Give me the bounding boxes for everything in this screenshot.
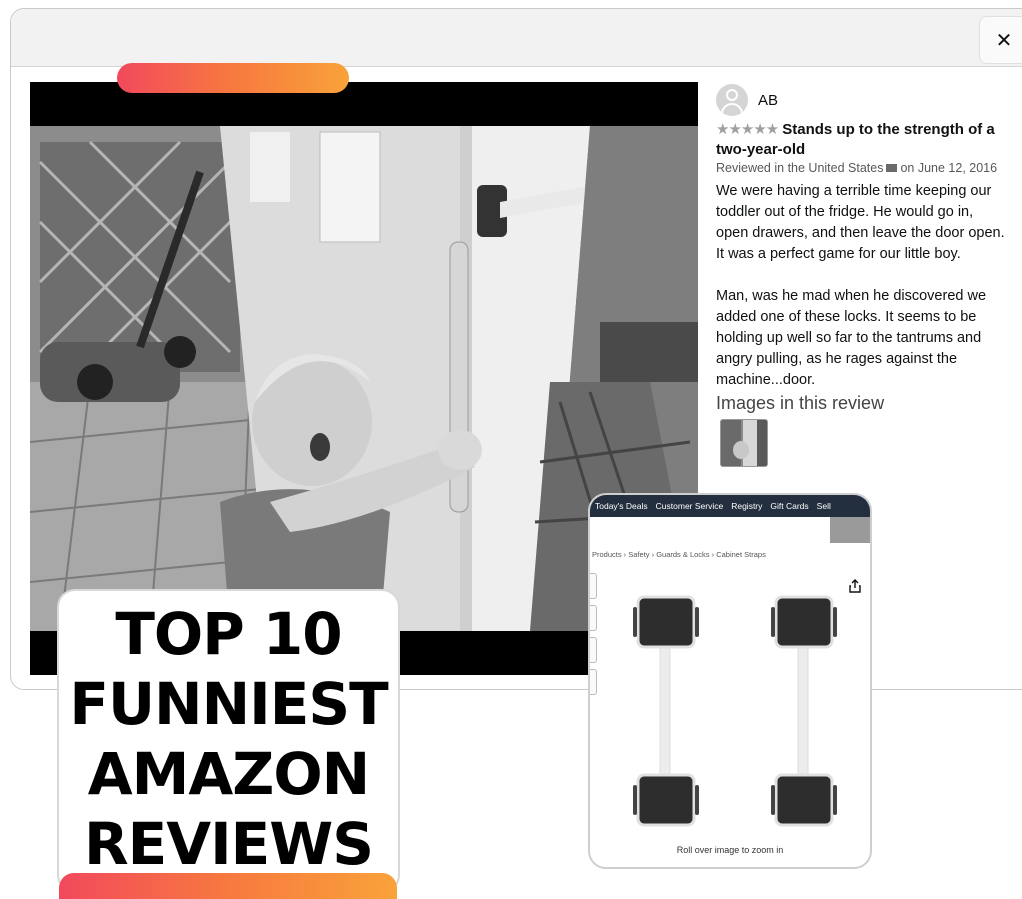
product-thumbnail[interactable]	[590, 669, 597, 695]
share-icon[interactable]	[848, 579, 862, 593]
title-line: REVIEWS	[83, 810, 374, 878]
review-date: on June 12, 2016	[900, 161, 998, 175]
review-image-thumbnail[interactable]	[720, 419, 768, 467]
title-line: FUNNIEST	[69, 670, 388, 738]
amazon-subbar	[590, 517, 870, 543]
us-flag-icon	[886, 164, 898, 172]
product-thumbnail[interactable]	[590, 637, 597, 663]
review-title: ★★★★★ Stands up to the strength of a two-…	[716, 120, 1006, 160]
review-paragraph: Man, was he mad when he discovered we ad…	[716, 288, 987, 388]
nav-link-customer-service[interactable]: Customer Service	[656, 501, 724, 511]
amazon-nav-bar: Today's Deals Customer Service Registry …	[590, 495, 870, 517]
title-text: TOP 10 FUNNIEST AMAZON REVIEWS	[59, 599, 398, 879]
reviewer-name: AB	[758, 91, 779, 109]
star-rating: ★★★★★	[716, 121, 779, 138]
product-thumbnail-strip	[590, 573, 598, 701]
nav-link-todays-deals[interactable]: Today's Deals	[595, 501, 648, 511]
gradient-bar-top	[117, 63, 349, 93]
user-avatar-icon	[716, 84, 748, 116]
composite-thumbnail: ✕ AB ★★★★★ Stands up to the strength of …	[0, 0, 1022, 899]
title-line: TOP 10	[115, 600, 342, 668]
amazon-product-panel: Today's Deals Customer Service Registry …	[588, 493, 872, 869]
nav-link-sell[interactable]: Sell	[817, 501, 831, 511]
product-thumbnail[interactable]	[590, 573, 597, 599]
review-paragraph: We were having a terrible time keeping o…	[716, 183, 1005, 262]
breadcrumb[interactable]: Products › Safety › Guards & Locks › Cab…	[592, 550, 766, 559]
images-in-review-heading: Images in this review	[716, 393, 885, 413]
title-card: TOP 10 FUNNIEST AMAZON REVIEWS	[59, 591, 398, 891]
close-icon: ✕	[995, 28, 1013, 52]
nav-link-registry[interactable]: Registry	[731, 501, 762, 511]
nav-link-gift-cards[interactable]: Gift Cards	[770, 501, 808, 511]
promo-banner[interactable]	[830, 517, 870, 543]
review-body: We were having a terrible time keeping o…	[716, 181, 1006, 412]
zoom-hint: Roll over image to zoom in	[676, 845, 784, 855]
title-line: AMAZON	[87, 740, 370, 808]
reviewer[interactable]: AB	[716, 84, 778, 116]
modal-header	[11, 9, 1022, 67]
review-location: Reviewed in the United States	[716, 161, 884, 175]
close-button[interactable]: ✕	[979, 16, 1022, 64]
product-thumbnail[interactable]	[590, 605, 597, 631]
gradient-bar-bottom	[59, 873, 397, 899]
product-main-image[interactable]	[630, 587, 840, 832]
review-meta: Reviewed in the United States on June 12,…	[716, 161, 997, 175]
